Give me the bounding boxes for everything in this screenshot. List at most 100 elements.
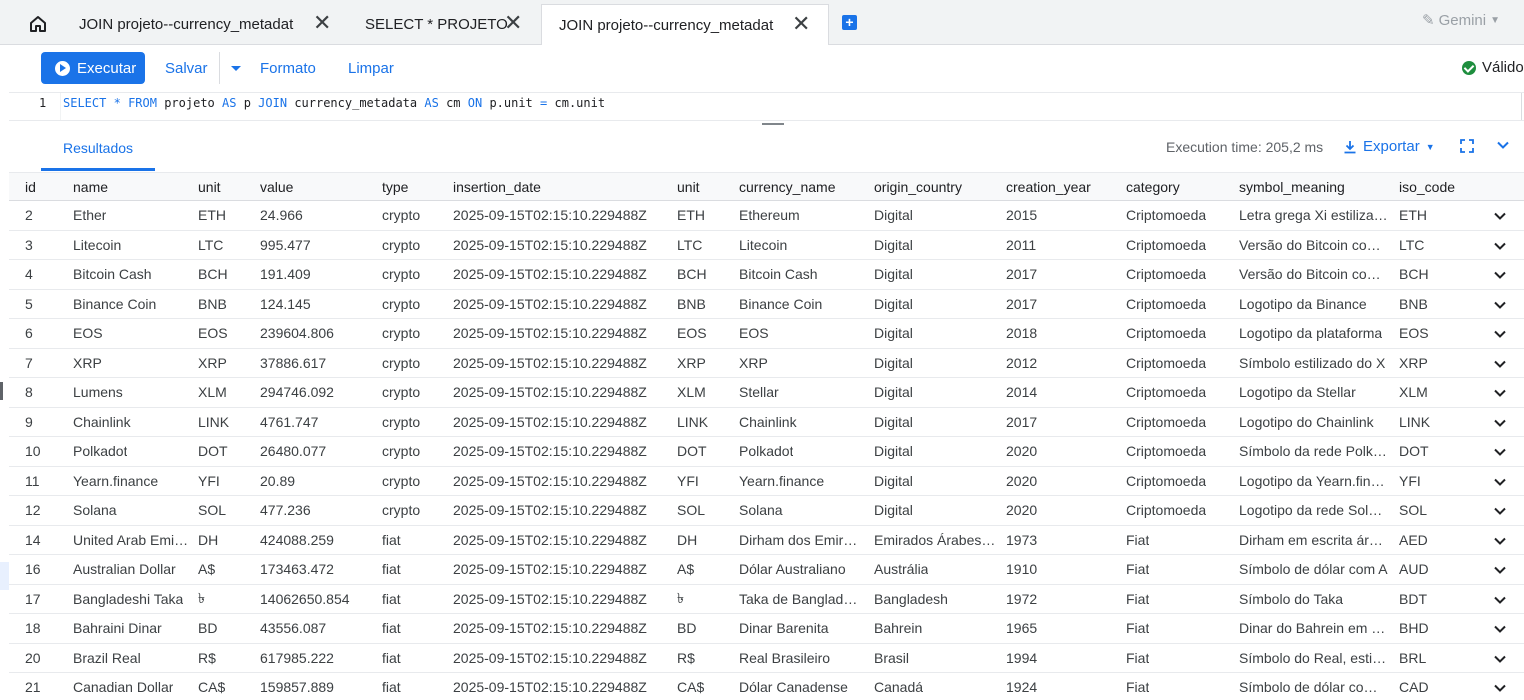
expand-row-chevron-icon[interactable] [1493, 652, 1507, 666]
table-row[interactable]: 4 Bitcoin Cash BCH 191.409 crypto 2025-09-15T… [9, 260, 1524, 290]
cell-value: Criptomoeda [1126, 236, 1207, 253]
table-row[interactable]: 20 Brazil Real R$ 617985.222 fiat 2025-09-15T… [9, 644, 1524, 673]
header-value[interactable]: value [260, 173, 370, 200]
expand-row-chevron-icon[interactable] [1493, 209, 1507, 223]
table-row[interactable]: 5 Binance Coin BNB 124.145 crypto 2025-09-15T… [9, 290, 1524, 319]
cell-value: Digital [874, 266, 913, 283]
col-insertion-date: 2025-09-15T02:15:10.229488Z [453, 496, 667, 525]
expand-row-chevron-icon[interactable] [1493, 445, 1507, 459]
table-row[interactable]: 16 Australian Dollar A$ 173463.472 fiat 2025-… [9, 555, 1524, 585]
format-button[interactable]: Formato [260, 60, 316, 77]
col-category: Criptomoeda [1126, 349, 1230, 378]
table-row[interactable]: 17 Bangladeshi Taka ৳ 14062650.854 fiat 2025-… [9, 585, 1524, 614]
col-id: 7 [25, 349, 65, 378]
expand-row-chevron-icon[interactable] [1493, 239, 1507, 253]
save-button[interactable]: Salvar [165, 60, 208, 77]
table-row[interactable]: 3 Litecoin LTC 995.477 crypto 2025-09-15T02:1… [9, 231, 1524, 260]
col-category: Criptomoeda [1126, 437, 1230, 466]
col-symbol-meaning: Logotipo da plataforma [1239, 319, 1389, 348]
col-unit: BD [198, 614, 253, 643]
table-row[interactable]: 12 Solana SOL 477.236 crypto 2025-09-15T02:15… [9, 496, 1524, 526]
header-type[interactable]: type [382, 173, 446, 200]
collapse-chevron-icon[interactable] [1496, 138, 1510, 152]
expand-row-chevron-icon[interactable] [1493, 298, 1507, 312]
header-name[interactable]: name [73, 173, 189, 200]
fullscreen-icon[interactable] [1460, 139, 1474, 153]
col-id: 18 [25, 614, 65, 643]
table-row[interactable]: 9 Chainlink LINK 4761.747 crypto 2025-09-15T0… [9, 408, 1524, 437]
expand-row-chevron-icon[interactable] [1493, 563, 1507, 577]
cell-value: Solana [739, 502, 783, 519]
cell-value: 2014 [1006, 384, 1038, 401]
table-row[interactable]: 21 Canadian Dollar CA$ 159857.889 fiat 2025-0… [9, 673, 1524, 700]
tab-join-1[interactable]: JOIN projeto--currency_metadat ✕ [68, 4, 340, 45]
expand-row-chevron-icon[interactable] [1493, 268, 1507, 282]
col-category: Fiat [1126, 614, 1230, 643]
close-icon[interactable]: ✕ [504, 12, 522, 34]
add-tab-icon[interactable]: + [842, 15, 857, 30]
run-button[interactable]: Executar [41, 52, 145, 84]
header-insertion-date[interactable]: insertion_date [453, 173, 667, 200]
gemini-button[interactable]: ✎ Gemini ▼ [1422, 11, 1500, 30]
cell-value: Fiat [1126, 531, 1150, 548]
cell-value: Símbolo estilizado do X [1239, 354, 1386, 371]
col-iso-code: LTC [1399, 231, 1479, 260]
header-id[interactable]: id [25, 173, 65, 200]
cell-value: DOT [198, 443, 228, 460]
cell-value: BDT [1399, 590, 1427, 607]
col-insertion-date: 2025-09-15T02:15:10.229488Z [453, 290, 667, 319]
header-iso-code[interactable]: iso_code [1399, 173, 1479, 200]
tab-select-projeto[interactable]: SELECT * PROJETO ✕ [354, 4, 542, 45]
expand-row-chevron-icon[interactable] [1493, 681, 1507, 695]
cell-value: XRP [677, 354, 706, 371]
expand-row-chevron-icon[interactable] [1493, 534, 1507, 548]
table-row[interactable]: 14 United Arab Emirates Dirham DH 424088.25… [9, 526, 1524, 555]
expand-row-chevron-icon[interactable] [1493, 327, 1507, 341]
table-row[interactable]: 8 Lumens XLM 294746.092 crypto 2025-09-15T02:… [9, 378, 1524, 408]
column-header-label: id [25, 178, 36, 195]
col-currency-name: Dólar Canadense [739, 673, 865, 700]
expand-row-chevron-icon[interactable] [1493, 622, 1507, 636]
table-row[interactable]: 6 EOS EOS 239604.806 crypto 2025-09-15T02:15:… [9, 319, 1524, 349]
col-value: 37886.617 [260, 349, 370, 378]
expand-row-chevron-icon[interactable] [1493, 475, 1507, 489]
expand-row-chevron-icon[interactable] [1493, 416, 1507, 430]
header-symbol-meaning[interactable]: symbol_meaning [1239, 173, 1389, 200]
table-row[interactable]: 10 Polkadot DOT 26480.077 crypto 2025-09-15T0… [9, 437, 1524, 467]
sql-editor[interactable]: 1 SELECT * FROM projeto AS p JOIN curren… [9, 92, 1524, 121]
cell-value: LTC [1399, 236, 1425, 253]
tab-results[interactable]: Resultados [41, 128, 155, 171]
col-unit: CA$ [198, 673, 253, 700]
header-category[interactable]: category [1126, 173, 1230, 200]
header-creation-year[interactable]: creation_year [1006, 173, 1116, 200]
editor-scrollbar[interactable] [1521, 93, 1522, 120]
resize-handle[interactable] [762, 123, 784, 127]
table-row[interactable]: 11 Yearn.finance YFI 20.89 crypto 2025-09-15T… [9, 467, 1524, 496]
clear-button[interactable]: Limpar [348, 60, 394, 77]
column-header-label: currency_name [739, 178, 836, 195]
sql-token: cm [446, 96, 461, 110]
export-button[interactable]: Exportar ▼ [1343, 138, 1435, 155]
sql-query-text[interactable]: SELECT * FROM projeto AS p JOIN currency… [63, 96, 605, 110]
expand-row-chevron-icon[interactable] [1493, 386, 1507, 400]
header-unit-meta[interactable]: unit [677, 173, 732, 200]
header-unit[interactable]: unit [198, 173, 253, 200]
table-row[interactable]: 2 Ether ETH 24.966 crypto 2025-09-15T02:15:10… [9, 201, 1524, 231]
expand-row-chevron-icon[interactable] [1493, 357, 1507, 371]
column-header-label: creation_year [1006, 178, 1091, 195]
save-options-dropdown-icon[interactable] [231, 66, 241, 71]
cell-value: Chainlink [73, 413, 131, 430]
close-icon[interactable]: ✕ [313, 12, 331, 34]
header-origin-country[interactable]: origin_country [874, 173, 998, 200]
header-currency-name[interactable]: currency_name [739, 173, 865, 200]
table-row[interactable]: 18 Bahraini Dinar BD 43556.087 fiat 2025-09-1… [9, 614, 1524, 644]
expand-row-chevron-icon[interactable] [1493, 593, 1507, 607]
table-row[interactable]: 7 XRP XRP 37886.617 crypto 2025-09-15T02:15:1… [9, 349, 1524, 378]
home-icon[interactable] [24, 12, 52, 36]
cell-value: ৳ [677, 589, 684, 606]
tab-join-active[interactable]: JOIN projeto--currency_metadat ✕ [541, 4, 829, 46]
cell-value: 2025-09-15T02:15:10.229488Z [453, 472, 647, 489]
expand-row-chevron-icon[interactable] [1493, 504, 1507, 518]
col-creation-year: 1965 [1006, 614, 1116, 643]
close-icon[interactable]: ✕ [792, 13, 810, 35]
